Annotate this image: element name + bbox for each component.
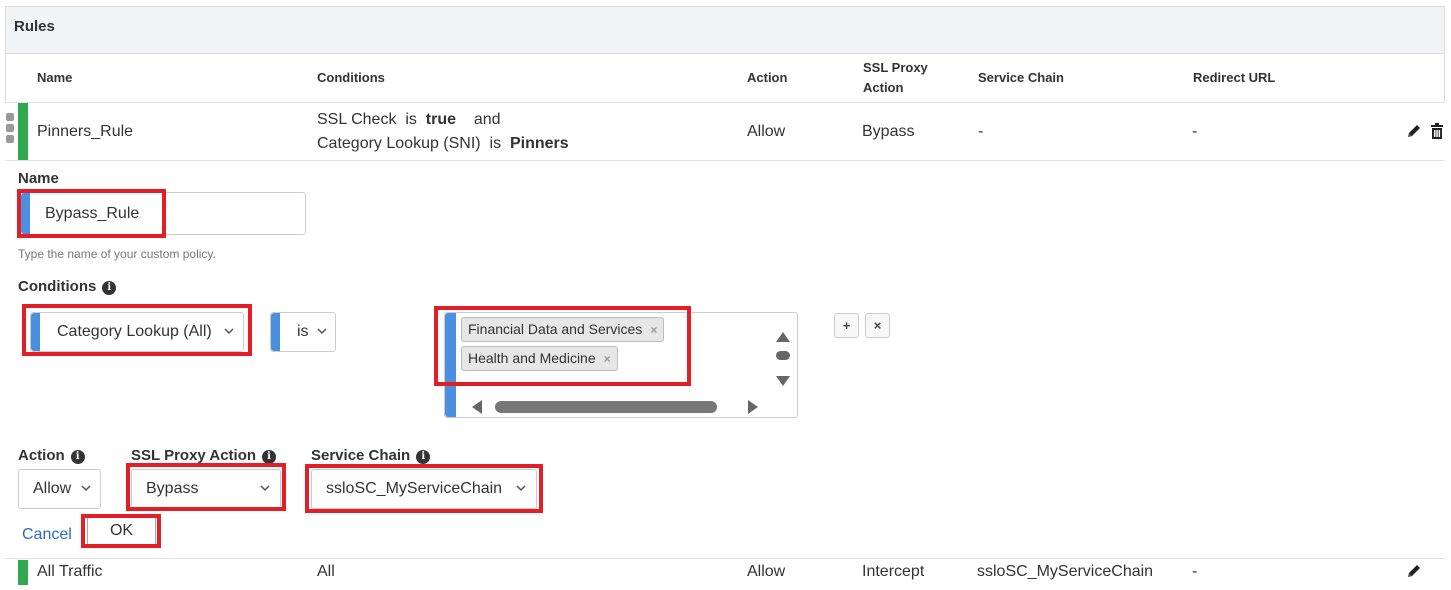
edit-icon[interactable] [1406,563,1424,581]
service-chain-select-value: ssloSC_MyServiceChain [326,480,503,497]
row-redirect-url: - [1192,563,1198,580]
row-service-chain: - [978,123,984,140]
table-row[interactable]: Pinners_Rule SSL Check is true and Categ… [5,102,1448,161]
rule-status-bar [18,103,28,161]
condition-key: SSL Check [317,111,397,128]
column-header-redirect-url: Redirect URL [1193,70,1276,85]
ssl-proxy-action-label-text: SSL Proxy Action [131,447,257,464]
row-ssl-proxy-action: Bypass [862,123,915,140]
row-ssl-proxy-action: Intercept [862,563,925,580]
panel-title: Rules [14,18,55,35]
service-chain-label-text: Service Chain [311,447,411,464]
ssl-proxy-action-select[interactable]: Bypass [131,469,281,509]
condition-op: is [405,111,417,128]
column-header-name: Name [37,70,73,85]
action-select-value: Allow [33,480,72,497]
column-header-service-chain: Service Chain [978,70,1064,85]
ok-button[interactable]: OK [87,516,156,546]
ssl-proxy-action-select-value: Bypass [146,480,199,497]
condition-type-value: Category Lookup (All) [57,323,212,340]
info-icon[interactable]: i [70,450,85,464]
column-header-ssl-proxy-action-line2: Action [863,80,904,95]
name-label: Name [18,170,59,187]
value-tag-label: Health and Medicine [468,350,596,366]
column-header-action: Action [747,70,788,85]
condition-key: Category Lookup (SNI) [317,135,481,152]
row-name: All Traffic [37,563,103,580]
select-accent [31,313,40,351]
conditions-label: Conditions i [18,278,117,295]
chevron-down-icon [260,484,270,495]
value-tag: Health and Medicine × [461,346,618,371]
row-condition-line2: Category Lookup (SNI) is Pinners [317,132,569,156]
condition-operator-select[interactable]: is [270,312,336,352]
condition-join: and [473,111,501,128]
conditions-label-text: Conditions [18,278,97,295]
row-action: Allow [747,123,786,140]
trash-icon[interactable] [1430,123,1448,141]
column-header-ssl-proxy-action-line1: SSL Proxy [863,60,928,75]
chevron-down-icon [224,327,234,338]
row-service-chain: ssloSC_MyServiceChain [977,563,1154,580]
value-tag-label: Financial Data and Services [468,321,643,337]
rule-status-bar [18,560,28,585]
column-header-ssl-proxy-action: SSL Proxy Action [863,58,928,98]
scroll-up-icon[interactable] [776,329,790,347]
chevron-down-icon [81,484,91,495]
row-conditions: All [317,563,335,580]
column-header-conditions: Conditions [317,70,385,85]
condition-value: Pinners [509,135,569,152]
service-chain-select[interactable]: ssloSC_MyServiceChain [311,469,537,509]
input-accent [21,193,30,234]
remove-tag-icon[interactable]: × [604,352,611,366]
panel-header: Rules [6,7,1444,54]
service-chain-label: Service Chain i [311,447,431,464]
condition-type-select[interactable]: Category Lookup (All) [30,312,244,352]
condition-value: true [425,111,457,128]
scroll-left-icon[interactable] [472,400,482,419]
horizontal-scroll-thumb[interactable] [495,401,717,413]
add-condition-button[interactable]: + [834,313,859,338]
value-tag: Financial Data and Services × [461,317,665,342]
row-condition-line1: SSL Check is true and [317,108,501,132]
select-accent [271,313,280,351]
name-input-value: Bypass_Rule [45,205,140,222]
remove-tag-icon[interactable]: × [650,323,657,337]
vertical-scroll-thumb[interactable] [776,351,790,360]
chevron-down-icon [516,484,526,495]
condition-op: is [489,135,502,152]
condition-values-list[interactable]: Financial Data and Services × Health and … [444,312,798,418]
info-icon[interactable]: i [102,281,117,295]
action-select[interactable]: Allow [18,469,101,509]
condition-operator-value: is [297,323,309,340]
table-row[interactable]: All Traffic All Allow Intercept ssloSC_M… [5,558,1445,590]
cancel-link[interactable]: Cancel [22,526,72,544]
action-label: Action i [18,447,85,464]
scroll-right-icon[interactable] [748,400,758,419]
name-input[interactable]: Bypass_Rule [20,192,306,235]
name-help-text: Type the name of your custom policy. [18,247,216,261]
list-accent [445,313,456,417]
row-action: Allow [747,563,786,580]
scroll-down-icon[interactable] [776,373,790,391]
action-label-text: Action [18,447,65,464]
remove-condition-button[interactable]: × [865,313,890,338]
ssl-proxy-action-label: SSL Proxy Action i [131,447,277,464]
edit-icon[interactable] [1406,123,1424,141]
info-icon[interactable]: i [416,450,431,464]
drag-handle-icon[interactable] [6,113,14,146]
row-redirect-url: - [1192,123,1198,140]
row-name: Pinners_Rule [37,123,134,140]
info-icon[interactable]: i [262,450,277,464]
chevron-down-icon [317,327,327,338]
